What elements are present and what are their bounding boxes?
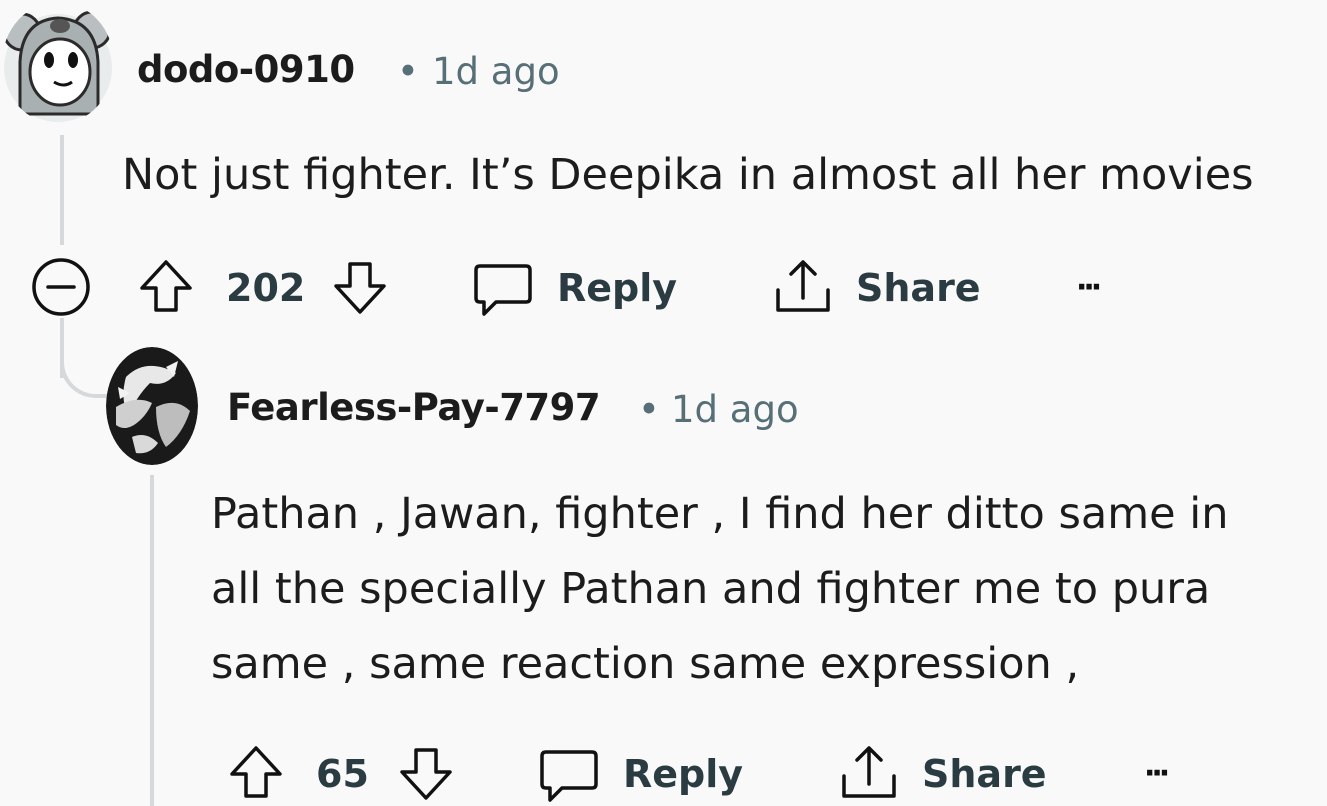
downvote-icon	[334, 262, 386, 314]
avatar[interactable]	[2, 2, 114, 124]
more-dots-icon: ···	[1076, 270, 1102, 305]
comment-bubble-icon	[540, 750, 598, 802]
share-button[interactable]: Share	[772, 254, 982, 320]
thread-connector	[60, 330, 112, 398]
reply-label: Reply	[557, 266, 678, 310]
reply-downvote-button[interactable]	[396, 744, 456, 804]
reply-button[interactable]: Reply	[472, 258, 682, 320]
reply-body-line-1: Pathan , Jawan, fighter , I find her dit…	[211, 489, 1229, 539]
share-icon	[776, 260, 830, 312]
share-label: Share	[856, 266, 981, 310]
comment-timestamp[interactable]: 1d ago	[432, 50, 560, 93]
upvote-icon	[230, 746, 282, 798]
downvote-button[interactable]	[330, 258, 390, 318]
comment-author[interactable]: dodo-0910	[137, 48, 355, 91]
comment-body: Not just fighter. It’s Deepika in almost…	[122, 150, 1254, 200]
reply-reply-button[interactable]: Reply	[538, 744, 748, 804]
reply-more-options-button[interactable]: ···	[1142, 756, 1192, 791]
reply-avatar[interactable]	[106, 347, 198, 465]
vote-count: 202	[226, 266, 306, 310]
reply-meta-separator: •	[638, 388, 660, 431]
reply-share-label: Share	[922, 752, 1047, 796]
downvote-icon	[400, 748, 452, 800]
reply-share-button[interactable]: Share	[838, 740, 1048, 804]
share-icon	[842, 746, 896, 798]
minus-circle-icon	[32, 258, 90, 316]
meta-separator: •	[397, 50, 419, 93]
more-dots-icon: ···	[1144, 756, 1170, 791]
comment-bubble-icon	[474, 264, 532, 316]
collapse-button[interactable]	[30, 256, 92, 318]
more-options-button[interactable]: ···	[1074, 270, 1124, 305]
upvote-icon	[140, 260, 192, 312]
reply-reply-label: Reply	[623, 752, 744, 796]
reply-body-line-3: same , same reaction same expression ,	[211, 639, 1080, 689]
reply-author[interactable]: Fearless-Pay-7797	[227, 386, 601, 429]
thread-line-reply	[150, 475, 154, 806]
reply-vote-count: 65	[316, 752, 369, 796]
thread-line-main	[60, 135, 64, 245]
reply-timestamp[interactable]: 1d ago	[671, 388, 799, 431]
reply-body-line-2: all the specially Pathan and fighter me …	[211, 564, 1211, 614]
reply-upvote-button[interactable]	[226, 742, 286, 802]
upvote-button[interactable]	[136, 256, 196, 316]
